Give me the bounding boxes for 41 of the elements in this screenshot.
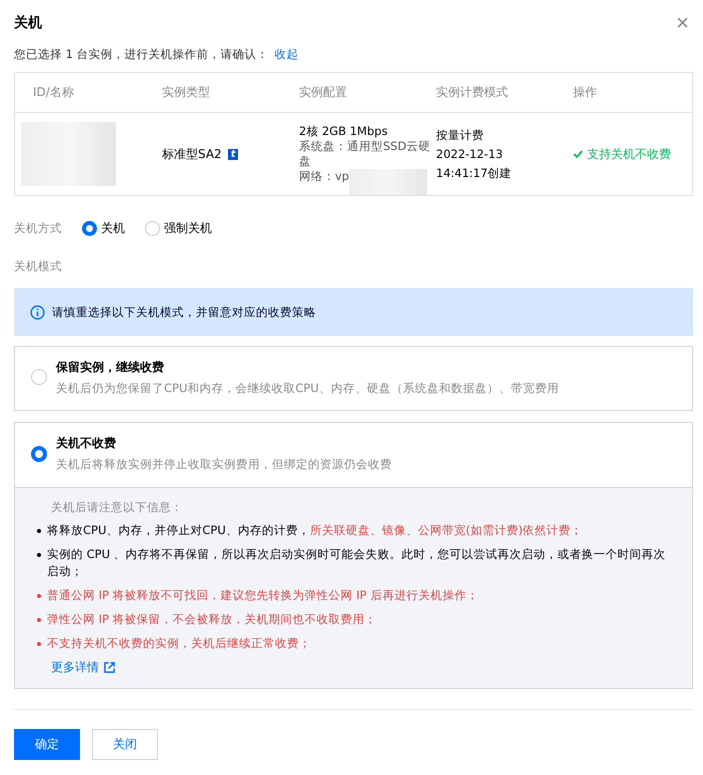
- column-header: ID/名称: [33, 84, 75, 101]
- mode-option[interactable]: 保留实例，继续收费 关机后仍为您保留了CPU和内存，会继续收取CPU、内存、硬盘（系统盘和数据盘）、带宽费用: [15, 347, 692, 410]
- option-title: 保留实例，继续收费: [56, 358, 165, 376]
- table-cell-text: 2022-12-13: [436, 146, 504, 162]
- field-label: 关机方式: [14, 221, 63, 236]
- column-header: 实例类型: [162, 84, 211, 101]
- radio-option[interactable]: 关机: [82, 220, 125, 237]
- option-description: 关机后仍为您保留了CPU和内存，会继续收取CPU、内存、硬盘（系统盘和数据盘）、带宽费用: [56, 380, 559, 396]
- mode-option[interactable]: 关机不收费 关机后将释放实例并停止收取实例费用，但绑定的资源仍会收费: [15, 423, 692, 487]
- table-cell-text: 按量计费: [436, 126, 485, 144]
- table-cell-text: 2核 2GB 1Mbps: [299, 124, 389, 138]
- selection-summary: 您已选择 1 台实例，进行关机操作前，请确认：: [14, 47, 269, 62]
- field-label: 关机模式: [14, 259, 63, 274]
- note-text: 弹性公网 IP 将被保留，不会被释放，关机期间也不收取费用；: [47, 611, 377, 628]
- collapse-link[interactable]: 收起: [274, 47, 299, 62]
- table-cell: 标准型SA2: [162, 146, 222, 162]
- table-cell: 网络：vp: [299, 169, 350, 184]
- type-badge: t: [228, 148, 238, 160]
- option-description: 关机后将释放实例并停止收取实例费用，但绑定的资源仍会收费: [56, 457, 392, 472]
- check-icon: [573, 150, 583, 158]
- column-header: 实例配置: [299, 84, 348, 101]
- table-cell-text: 系统盘：通用型SSD云硬盘: [299, 138, 432, 168]
- option-title: 关机不收费: [56, 435, 117, 452]
- table-cell-text: 14:41:17创建: [436, 164, 513, 182]
- note-text: 普通公网 IP 将被释放不可找回，建议您先转换为弹性公网 IP 后再进行关机操作；: [47, 587, 478, 604]
- more-details-link[interactable]: 更多详情: [37, 659, 676, 676]
- alert-text: 请慎重选择以下关机模式，并留意对应的收费策略: [52, 304, 316, 320]
- note-text: 实例的 CPU 、内存将不再保留，所以再次启动实例时可能会失败。此时，您可以尝试再次启动，或者换一个时间再次启动；: [47, 546, 667, 580]
- note-text: 将释放CPU、内存，并停止对CPU、内存的计费，所关联硬盘、镜像、公网带宽(如需计费)依然计费；: [47, 522, 583, 539]
- confirm-button[interactable]: 确定: [14, 729, 80, 760]
- note-text: 不支持关机不收费的实例，关机后继续正常收费；: [47, 635, 311, 652]
- external-link-icon: [104, 662, 115, 673]
- column-header: 操作: [573, 84, 598, 101]
- dialog-title: 关机: [14, 14, 42, 32]
- support-status: 支持关机不收费: [573, 146, 692, 162]
- close-button[interactable]: 关闭: [92, 729, 158, 760]
- info-icon: [30, 304, 45, 320]
- close-button[interactable]: ×: [672, 12, 693, 34]
- radio-option[interactable]: 强制关机: [145, 220, 212, 237]
- column-header: 实例计费模式: [436, 84, 509, 101]
- notes-title: 关机后请注意以下信息：: [50, 500, 184, 515]
